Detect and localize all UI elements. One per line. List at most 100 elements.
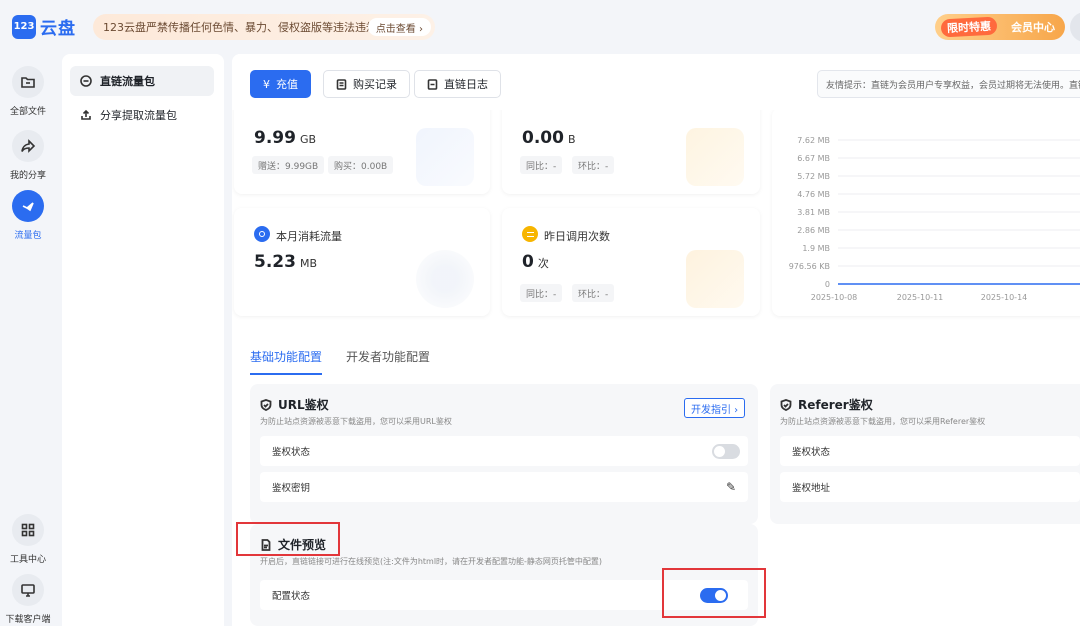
- y-tick-label: 2.86 MB: [797, 226, 830, 235]
- yoy-chip: 环比：-: [572, 284, 615, 302]
- referer-auth-status-row: 鉴权状态: [780, 436, 1080, 466]
- notice-view-button[interactable]: 点击查看 ›: [367, 18, 431, 36]
- y-tick-label: 1.9 MB: [802, 244, 830, 253]
- url-auth-title: URL鉴权: [260, 396, 329, 413]
- mom-chip: 同比：-: [520, 156, 563, 174]
- month-value: 5.23 MB: [254, 252, 317, 272]
- rail-item-traffic[interactable]: 流量包: [0, 190, 56, 241]
- y-tick-label: 976.56 KB: [789, 262, 830, 271]
- traffic-chart: 7.62 MB 6.67 MB 5.72 MB 4.76 MB 3.81 MB 2.86 …: [789, 136, 1080, 302]
- paper-decoration-icon: [686, 250, 744, 308]
- monitor-icon: [12, 574, 44, 606]
- recharge-label: 充值: [276, 78, 298, 91]
- referer-auth-address-row: 鉴权地址: [780, 472, 1080, 502]
- rail-item-my-share[interactable]: 我的分享: [0, 130, 56, 181]
- purchase-records-label: 购买记录: [353, 78, 397, 91]
- sub-sidebar: 直链流量包 分享提取流量包: [62, 54, 224, 626]
- rail-item-tool-center[interactable]: 工具中心: [0, 514, 56, 565]
- direct-link-log-button[interactable]: 直链日志: [414, 70, 501, 98]
- app-logo[interactable]: 123 云盘: [12, 14, 76, 39]
- rail-label: 全部文件: [9, 107, 46, 117]
- highlight-box-title: [236, 522, 340, 556]
- url-auth-status-row: 鉴权状态: [260, 436, 748, 466]
- log-icon: [427, 78, 438, 90]
- gift-chip: 赠送：9.99GB: [252, 156, 325, 174]
- referer-auth-title: Referer鉴权: [780, 396, 873, 413]
- member-center-link[interactable]: 会员中心: [1011, 19, 1055, 35]
- upload-icon: [81, 109, 91, 120]
- y-tick-label: 4.76 MB: [797, 190, 830, 199]
- purchase-records-button[interactable]: 购买记录: [323, 70, 410, 98]
- stat-card-calls: 昨日调用次数 0次 同比：- 环比：-: [502, 208, 760, 316]
- share-icon: [12, 130, 44, 162]
- sub-item-label: 直链流量包: [100, 75, 155, 88]
- yesterday-value: 0.00 B: [522, 128, 576, 148]
- shield-icon: [780, 398, 792, 411]
- traffic-chart-card: 7.62 MB 6.67 MB 5.72 MB 4.76 MB 3.81 MB 2.86 …: [772, 108, 1080, 316]
- referer-auth-title-text: Referer鉴权: [798, 398, 873, 412]
- disc-decoration-icon: [416, 250, 474, 308]
- url-auth-key-label: 鉴权密钥: [272, 483, 311, 494]
- x-tick-label: 2025-10-14: [981, 293, 1028, 302]
- rail-label: 下载客户端: [5, 615, 51, 625]
- toolbar: ¥ 充值 购买记录 直链日志 友情提示：直链为会员用户专享权益，会员过期将无法使…: [232, 54, 1080, 110]
- coin-decoration-icon: [686, 128, 744, 186]
- traffic-icon: [12, 190, 44, 222]
- calls-value: 0次: [522, 252, 549, 272]
- remaining-value: 9.99 GB: [254, 128, 317, 148]
- url-auth-key-row: 鉴权密钥 ✎: [260, 472, 748, 502]
- y-tick-label: 0: [825, 280, 830, 289]
- referer-auth-status-label: 鉴权状态: [792, 447, 831, 458]
- yoy-chip: 环比：-: [572, 156, 615, 174]
- dev-guide-button[interactable]: 开发指引 ›: [684, 398, 746, 418]
- calls-label: 昨日调用次数: [544, 230, 610, 243]
- month-label: 本月消耗流量: [276, 230, 342, 243]
- url-auth-status-label: 鉴权状态: [272, 447, 311, 458]
- config-tabs: 基础功能配置 开发者功能配置: [250, 348, 454, 375]
- yen-icon: ¥: [263, 77, 270, 91]
- traffic-circle-icon: [254, 226, 270, 242]
- edit-icon[interactable]: ✎: [726, 480, 736, 494]
- stat-card-month: 本月消耗流量 5.23 MB: [234, 208, 490, 316]
- main-panel: 9.99 GB 赠送：9.99GB 购买：0.00B 0.00 B 同比：- 环比：…: [232, 54, 1080, 626]
- rail-label: 工具中心: [9, 555, 46, 565]
- promo-tag: 限时特惠: [940, 16, 998, 38]
- shield-icon: [260, 398, 272, 411]
- y-tick-label: 6.67 MB: [797, 154, 830, 163]
- url-auth-toggle[interactable]: [712, 444, 740, 459]
- sub-item-direct-link-traffic[interactable]: 直链流量包: [70, 66, 214, 96]
- notice-text: 123云盘严禁传播任何色情、暴力、侵权盗版等违法违规内容: [103, 21, 399, 34]
- list-circle-icon: [522, 226, 538, 242]
- rail-label: 我的分享: [9, 171, 46, 181]
- x-tick-label: 2025-10-11: [897, 293, 944, 302]
- rail-item-download-client[interactable]: 下载客户端: [0, 574, 56, 625]
- referer-auth-desc: 为防止站点资源被恶意下载盗用，您可以采用Referer鉴权: [780, 417, 986, 426]
- rail-item-all-files[interactable]: 全部文件: [0, 66, 56, 117]
- url-auth-desc: 为防止站点资源被恶意下载盗用，您可以采用URL鉴权: [260, 417, 452, 426]
- x-tick-label: 2025-10-08: [811, 293, 858, 302]
- avatar[interactable]: [1070, 12, 1080, 42]
- tab-developer-config[interactable]: 开发者功能配置: [346, 348, 430, 375]
- logo-text: 云盘: [40, 19, 76, 39]
- toggle-knob: [714, 446, 725, 457]
- recharge-button[interactable]: ¥ 充值: [250, 70, 311, 98]
- sub-item-label: 分享提取流量包: [100, 109, 177, 122]
- left-rail: 全部文件 我的分享 流量包 工具中心 下载客户端: [0, 54, 56, 626]
- notice-banner: 123云盘严禁传播任何色情、暴力、侵权盗版等违法违规内容 点击查看 ›: [93, 14, 435, 40]
- sub-item-share-extract-traffic[interactable]: 分享提取流量包: [70, 100, 214, 130]
- y-tick-label: 3.81 MB: [797, 208, 830, 217]
- friendly-tip: 友情提示：直链为会员用户专享权益，会员过期将无法使用。直链主域: [817, 70, 1080, 98]
- referer-auth-card: Referer鉴权 为防止站点资源被恶意下载盗用，您可以采用Referer鉴权 …: [770, 384, 1080, 524]
- top-bar: 123 云盘 123云盘严禁传播任何色情、暴力、侵权盗版等违法违规内容 点击查看…: [0, 0, 1080, 54]
- file-preview-status-label: 配置状态: [272, 591, 311, 602]
- logo-mark: 123: [12, 14, 36, 39]
- tab-basic-config[interactable]: 基础功能配置: [250, 348, 323, 375]
- document-icon: [336, 78, 347, 90]
- highlight-box-toggle: [662, 568, 766, 618]
- direct-link-log-label: 直链日志: [444, 78, 488, 91]
- y-tick-label: 7.62 MB: [797, 136, 830, 145]
- chart-decoration-icon: [416, 128, 474, 186]
- referer-auth-address-label: 鉴权地址: [792, 483, 831, 494]
- url-auth-title-text: URL鉴权: [278, 398, 329, 412]
- promo-banner[interactable]: 限时特惠 会员中心: [935, 14, 1065, 40]
